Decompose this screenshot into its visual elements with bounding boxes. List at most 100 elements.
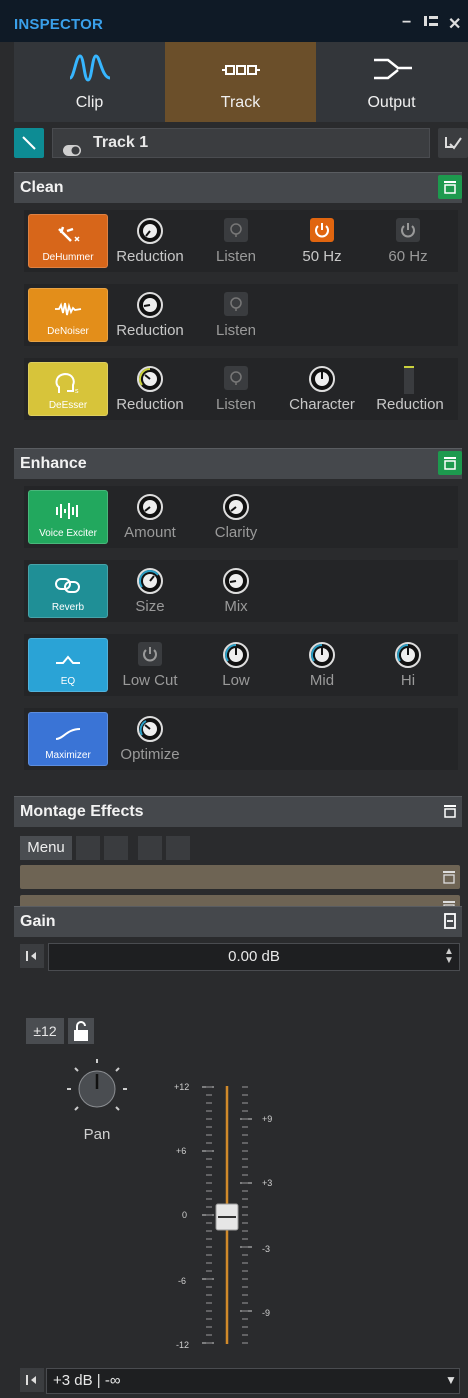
dehummer-listen[interactable]: Listen — [196, 218, 276, 272]
eq-row: EQ Low Cut Low Mid Hi — [24, 634, 458, 696]
denoiser-reduction[interactable]: Reduction — [110, 292, 190, 346]
section-toggle-icon[interactable] — [438, 451, 462, 475]
dehummer-50hz[interactable]: 50 Hz — [282, 218, 362, 272]
gain-value-field[interactable]: 0.00 dB — [48, 943, 460, 971]
section-toggle-icon[interactable] — [438, 175, 462, 199]
gain-readout-field[interactable]: +3 dB | -∞ — [46, 1368, 460, 1394]
toggle-icon[interactable] — [63, 138, 81, 156]
reverb-loop-icon — [55, 578, 80, 593]
spin-arrows-icon[interactable]: ▲ ▼ — [444, 947, 454, 966]
check-icon — [445, 137, 462, 150]
reset-icon[interactable] — [20, 1368, 44, 1392]
close-icon[interactable]: ✕ — [448, 14, 461, 34]
voice-exciter-button[interactable]: Voice Exciter — [28, 490, 108, 544]
gain-fader[interactable] — [196, 1080, 266, 1352]
tab-clip[interactable]: Clip — [14, 42, 165, 122]
edit-effect-icon[interactable] — [138, 836, 162, 860]
deesser-character[interactable]: Character — [282, 366, 362, 420]
layout-icon[interactable] — [424, 14, 438, 32]
deesser-reduction-label: Reduction — [116, 396, 184, 413]
section-header-montage[interactable]: Montage Effects — [14, 796, 462, 827]
effect-slot[interactable] — [20, 865, 460, 889]
section-header-gain[interactable]: Gain — [14, 906, 462, 937]
voice-bars-icon — [56, 503, 78, 519]
section-header-enhance[interactable]: Enhance — [14, 448, 462, 479]
tab-track-label: Track — [220, 94, 261, 111]
dehummer-60hz[interactable]: 60 Hz — [368, 218, 448, 272]
output-merge-icon — [373, 58, 412, 80]
knob-icon — [137, 494, 163, 520]
dehummer-listen-label: Listen — [215, 248, 257, 265]
scale-label: -6 — [178, 1276, 187, 1286]
dehummer-reduction[interactable]: Reduction — [110, 218, 190, 272]
deesser-label: DeEsser — [48, 400, 88, 411]
denoiser-label: DeNoiser — [47, 326, 89, 337]
reverb-label: Reverb — [51, 602, 85, 613]
reverb-size[interactable]: Size — [110, 568, 190, 622]
voice-exciter-amount[interactable]: Amount — [110, 494, 190, 548]
track-name: Track 1 — [93, 134, 149, 151]
waveform-icon — [68, 54, 110, 82]
knob-icon — [137, 568, 163, 594]
insert-effect-icon[interactable] — [76, 836, 100, 860]
section-title-enhance: Enhance — [20, 455, 87, 472]
track-chain-icon — [221, 65, 260, 75]
scale-label: +12 — [174, 1082, 190, 1092]
montage-menu-button[interactable]: Menu — [20, 836, 72, 860]
deesser-reduction-meter: Reduction — [370, 366, 450, 420]
maximizer-label: Maximizer — [45, 750, 91, 761]
knob-icon — [223, 568, 249, 594]
track-confirm-button[interactable] — [438, 128, 468, 158]
section-header-clean[interactable]: Clean — [14, 172, 462, 203]
reset-icon[interactable] — [20, 944, 44, 968]
dehummer-60hz-label: 60 Hz — [388, 248, 428, 265]
track-name-field[interactable]: Track 1 — [52, 128, 430, 158]
copy-effect-icon[interactable] — [104, 836, 128, 860]
listen-icon — [224, 366, 248, 390]
section-toggle-icon[interactable] — [438, 799, 462, 823]
inspector-tabs: Clip Track Output — [14, 42, 468, 122]
voice-exciter-clarity[interactable]: Clarity — [196, 494, 276, 548]
delete-effect-icon[interactable] — [166, 836, 190, 860]
power-icon — [138, 642, 162, 666]
eq-button[interactable]: EQ — [28, 638, 108, 692]
minimize-icon[interactable]: − — [402, 14, 411, 32]
reverb-button[interactable]: Reverb — [28, 564, 108, 618]
reverb-row: Reverb Size Mix — [24, 560, 458, 622]
tab-track[interactable]: Track — [165, 42, 316, 122]
tab-output-label: Output — [367, 94, 416, 111]
scale-label: 0 — [182, 1210, 188, 1220]
pencil-icon — [22, 136, 36, 150]
eq-hi-label: Hi — [400, 672, 416, 689]
range-button[interactable]: ±12 — [26, 1018, 64, 1044]
eq-mid[interactable]: Mid — [282, 642, 362, 696]
meter-bar — [404, 366, 414, 394]
deesser-listen[interactable]: Listen — [196, 366, 276, 420]
dehummer-button[interactable]: DeHummer — [28, 214, 108, 268]
eq-hi[interactable]: Hi — [368, 642, 448, 696]
svg-text:s: s — [75, 388, 79, 395]
deesser-reduction[interactable]: Reduction — [110, 366, 190, 420]
scale-label: -12 — [176, 1340, 190, 1350]
knob-icon — [137, 218, 163, 244]
denoiser-listen[interactable]: Listen — [196, 292, 276, 346]
maximizer-button[interactable]: Maximizer — [28, 712, 108, 766]
slot-toggle-icon[interactable] — [442, 870, 456, 884]
knob-icon — [309, 642, 335, 668]
section-collapse-icon[interactable] — [438, 909, 462, 933]
lock-icon[interactable] — [68, 1018, 94, 1044]
deesser-button[interactable]: s DeEsser — [28, 362, 108, 416]
voice-exciter-label: Voice Exciter — [39, 528, 97, 539]
denoiser-button[interactable]: DeNoiser — [28, 288, 108, 342]
voice-exciter-clarity-label: Clarity — [214, 524, 258, 541]
pan-knob[interactable] — [64, 1056, 130, 1122]
track-edit-button[interactable] — [14, 128, 44, 158]
plug-icon — [58, 226, 80, 242]
dropdown-arrow-icon[interactable]: ▼ — [445, 1373, 457, 1387]
pan-label: Pan — [83, 1126, 111, 1143]
eq-low[interactable]: Low — [196, 642, 276, 696]
eq-low-cut[interactable]: Low Cut — [110, 642, 190, 696]
tab-output[interactable]: Output — [316, 42, 467, 122]
maximizer-optimize[interactable]: Optimize — [110, 716, 190, 770]
reverb-mix[interactable]: Mix — [196, 568, 276, 622]
